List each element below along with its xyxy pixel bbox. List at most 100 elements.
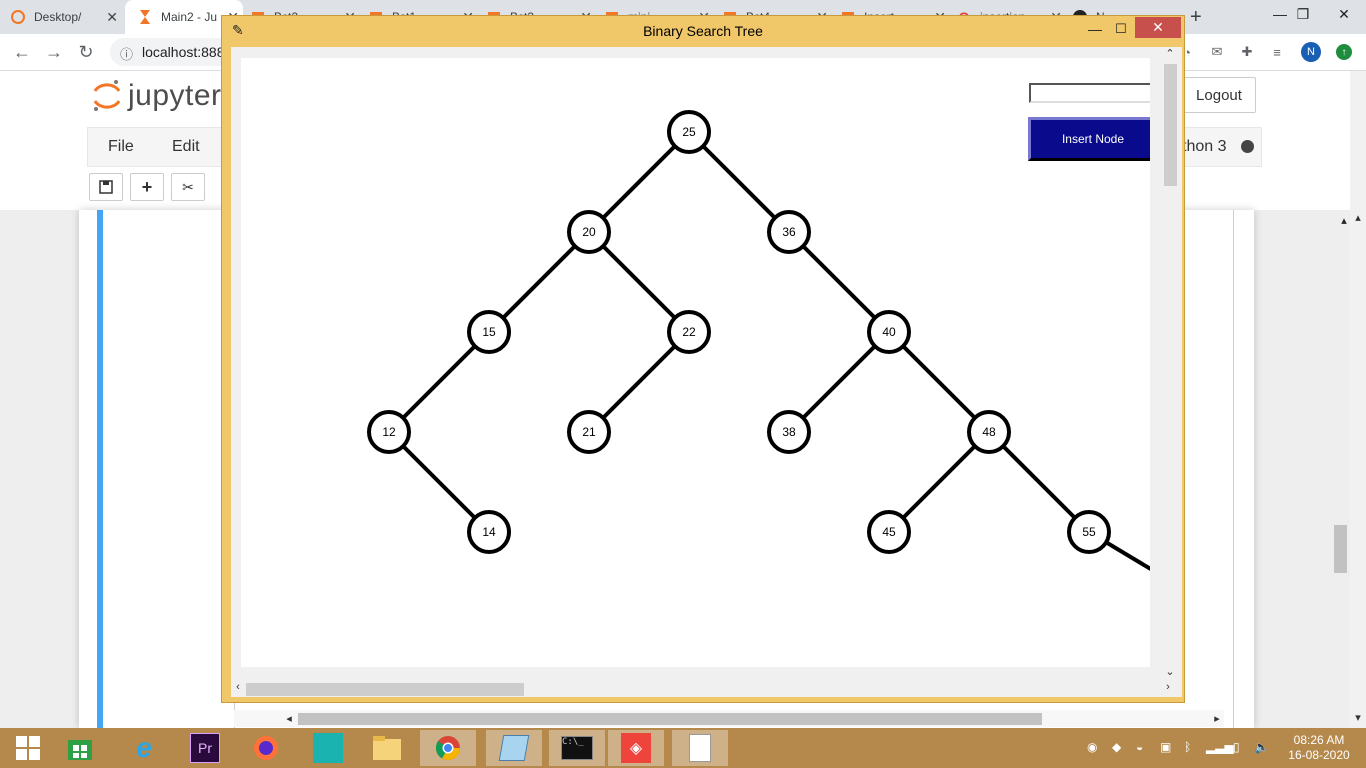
vertical-scrollbar-thumb[interactable] [1164, 64, 1177, 186]
tree-node: 12 [367, 410, 411, 454]
tray-app-icon[interactable]: ◉ [1087, 740, 1097, 754]
tree-node-label: 12 [382, 425, 396, 439]
clock-time: 08:26 AM [1293, 733, 1345, 747]
cell-scrollbar-thumb[interactable] [298, 713, 1042, 725]
tree-node-label: 48 [982, 425, 996, 439]
windows-taskbar: e Pr C:\_ ◈ ◉ ◆ ◒ ▣ ᛒ ▂▃▅ ▯ 🔈 08:26 AM 1… [0, 728, 1366, 768]
tray-network-icon[interactable]: ◒ [1136, 740, 1143, 754]
add-cell-icon[interactable]: + [130, 173, 164, 201]
close-icon[interactable]: ✕ [1135, 17, 1181, 38]
extensions-puzzle-icon[interactable]: ✚ [1238, 43, 1256, 61]
back-arrow-icon[interactable]: ← [10, 40, 34, 64]
battery-icon[interactable]: ▯ [1233, 740, 1240, 754]
profile-avatar[interactable]: N [1301, 42, 1321, 62]
profile-initial: N [1307, 46, 1315, 58]
blank-document-icon[interactable] [672, 730, 728, 766]
tree-node-label: 21 [582, 425, 596, 439]
notebook-scroll-up-icon[interactable]: ▴ [1337, 214, 1351, 227]
tree-node: 45 [867, 510, 911, 554]
tray-display-icon[interactable]: ▣ [1160, 740, 1171, 754]
tree-node-label: 40 [882, 325, 896, 339]
tree-node-label: 55 [1082, 525, 1096, 539]
tree-node-label: 45 [882, 525, 896, 539]
tree-node: 40 [867, 310, 911, 354]
scroll-left-icon[interactable]: ◂ [282, 712, 296, 725]
anydesk-icon[interactable]: ◈ [608, 730, 664, 766]
logout-button[interactable]: Logout [1182, 77, 1256, 113]
scroll-right-icon[interactable]: › [1161, 681, 1175, 693]
tree-node: 48 [967, 410, 1011, 454]
save-icon[interactable] [89, 173, 123, 201]
tree-node: 21 [567, 410, 611, 454]
tree-node-label: 38 [782, 425, 796, 439]
chrome-icon[interactable] [420, 730, 476, 766]
scroll-down-icon[interactable]: ⌄ [1163, 665, 1177, 678]
tab-label: Main2 - Ju [161, 10, 218, 24]
browser-close-icon[interactable]: ✕ [1322, 0, 1366, 28]
horizontal-scrollbar-thumb[interactable] [246, 683, 524, 696]
insert-node-button[interactable]: Insert Node [1028, 117, 1150, 161]
jupyter-logo-text: jupyter [128, 79, 222, 112]
taskbar-clock[interactable]: 08:26 AM 16-08-2020 [1284, 733, 1354, 763]
tree-drawing: 25 20 36 15 22 40 12 21 38 48 14 45 55 [367, 110, 1150, 571]
tree-node: 36 [767, 210, 811, 254]
forward-arrow-icon[interactable]: → [42, 40, 66, 64]
browser-tab-desktop[interactable]: Desktop/ ✕ [10, 0, 122, 34]
close-icon[interactable]: ✕ [106, 9, 118, 26]
bluetooth-icon[interactable]: ᛒ [1184, 740, 1191, 754]
tree-node: 22 [667, 310, 711, 354]
jupyter-logo-icon [93, 80, 121, 111]
cut-icon[interactable]: ✂ [171, 173, 205, 201]
tree-node-label: 15 [482, 325, 496, 339]
windows-start-icon[interactable] [0, 730, 56, 766]
menu-edit[interactable]: Edit [172, 138, 200, 156]
update-arrow-icon[interactable]: ↑ [1336, 44, 1352, 60]
tree-node: 38 [767, 410, 811, 454]
tree-node: 20 [567, 210, 611, 254]
jupyter-icon [10, 9, 26, 25]
page-scrollbar-thumb[interactable] [1334, 525, 1347, 573]
node-value-input[interactable] [1029, 83, 1150, 103]
clock-date: 16-08-2020 [1288, 748, 1350, 762]
premiere-icon[interactable]: Pr [177, 730, 233, 766]
page-vertical-scrollbar[interactable]: ▴ ▾ [1350, 71, 1366, 728]
scroll-up-icon[interactable]: ▴ [1351, 211, 1365, 224]
minimize-icon[interactable]: — [1084, 18, 1106, 40]
tree-node-label: 20 [582, 225, 596, 239]
tk-client-area: 25 20 36 15 22 40 12 21 38 48 14 45 55 Insert Node ⌃… [231, 47, 1182, 697]
tree-node: 14 [467, 510, 511, 554]
window-title: Binary Search Tree [643, 23, 763, 39]
scroll-down-icon[interactable]: ▾ [1351, 711, 1365, 724]
notepad-icon[interactable] [486, 730, 542, 766]
browser-restore-icon[interactable]: ❐ [1281, 0, 1325, 28]
tree-canvas[interactable]: 25 20 36 15 22 40 12 21 38 48 14 45 55 Insert Node [241, 58, 1150, 667]
tree-node-label: 36 [782, 225, 796, 239]
firefox-icon[interactable] [238, 730, 294, 766]
signal-icon[interactable]: ▂▃▅ [1206, 740, 1234, 754]
tk-window: ✎ Binary Search Tree — ☐ ✕ 25 20 36 15 22 40 1… [221, 15, 1185, 703]
menu-file[interactable]: File [108, 138, 134, 156]
info-icon[interactable]: ⓘ [120, 44, 133, 63]
volume-icon[interactable]: 🔈 [1254, 740, 1269, 754]
maximize-icon[interactable]: ☐ [1110, 18, 1132, 40]
new-tab-label: + [1190, 5, 1202, 28]
file-explorer-icon[interactable] [359, 730, 415, 766]
url-text: localhost:888 [142, 44, 225, 60]
tree-node-label: 22 [682, 325, 696, 339]
new-tab-button[interactable]: + [1190, 0, 1210, 34]
maya-icon[interactable] [300, 730, 356, 766]
media-queue-icon[interactable]: ≡ [1268, 43, 1286, 61]
tray-anydesk-icon[interactable]: ◆ [1112, 740, 1121, 754]
store-icon[interactable] [52, 730, 108, 766]
extension-mail-icon[interactable]: ✉ [1208, 43, 1226, 61]
internet-explorer-icon[interactable]: e [116, 730, 172, 766]
terminal-icon[interactable]: C:\_ [549, 730, 605, 766]
tree-node-label: 14 [482, 525, 496, 539]
scroll-right-icon[interactable]: ▸ [1210, 712, 1224, 725]
reload-icon[interactable]: ↻ [74, 40, 98, 64]
tree-node: 15 [467, 310, 511, 354]
scroll-up-icon[interactable]: ⌃ [1163, 47, 1177, 60]
kernel-status-icon [1241, 140, 1254, 153]
scroll-left-icon[interactable]: ‹ [231, 681, 245, 693]
tree-node: 55 [1067, 510, 1111, 554]
